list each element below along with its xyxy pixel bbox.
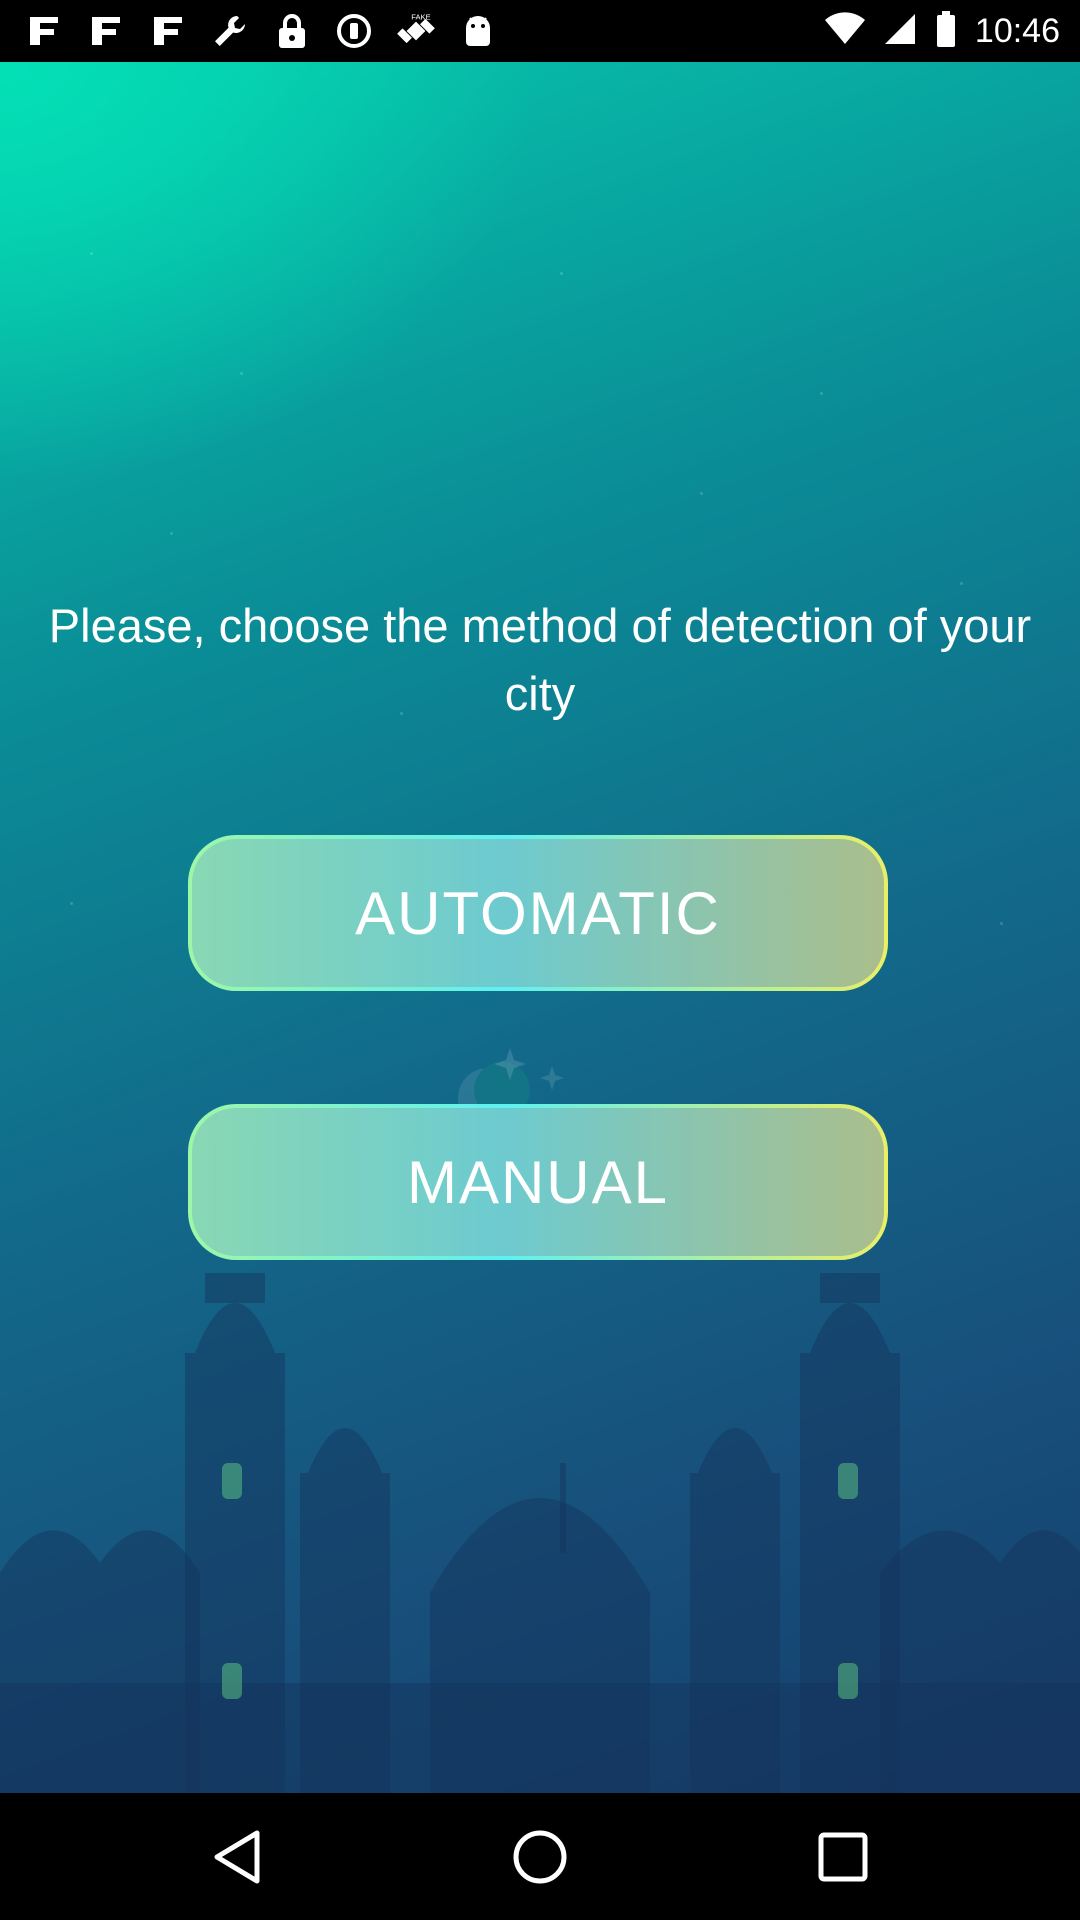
home-icon[interactable] [495,1815,585,1899]
wrench-icon [210,11,250,51]
recents-icon[interactable] [798,1815,888,1899]
automatic-button[interactable]: AUTOMATIC [188,835,888,991]
clock: 10:46 [974,11,1060,50]
app-notification-icon [148,11,188,51]
back-icon[interactable] [192,1815,282,1899]
detection-method-prompt: Please, choose the method of detection o… [48,599,1032,720]
fake-gps-satellite-icon: FAKE [396,11,436,51]
city-detection-screen: Please, choose the method of detection o… [0,62,1080,1793]
app-notification-icon [86,11,126,51]
mosque-skyline-illustration [0,1273,1080,1793]
circle-badge-icon [334,11,374,51]
svg-text:FAKE: FAKE [411,13,430,22]
lock-icon [272,11,312,51]
android-icon [458,11,498,51]
navigation-bar [0,1793,1080,1920]
app-notification-icon [24,11,64,51]
status-bar: FAKE 10:46 [0,0,1080,62]
signal-icon [883,12,917,51]
system-status: 10:46 [824,0,1060,62]
manual-button[interactable]: MANUAL [188,1104,888,1260]
wifi-icon [824,11,865,51]
battery-icon [935,10,957,53]
notification-icons: FAKE [24,0,498,62]
